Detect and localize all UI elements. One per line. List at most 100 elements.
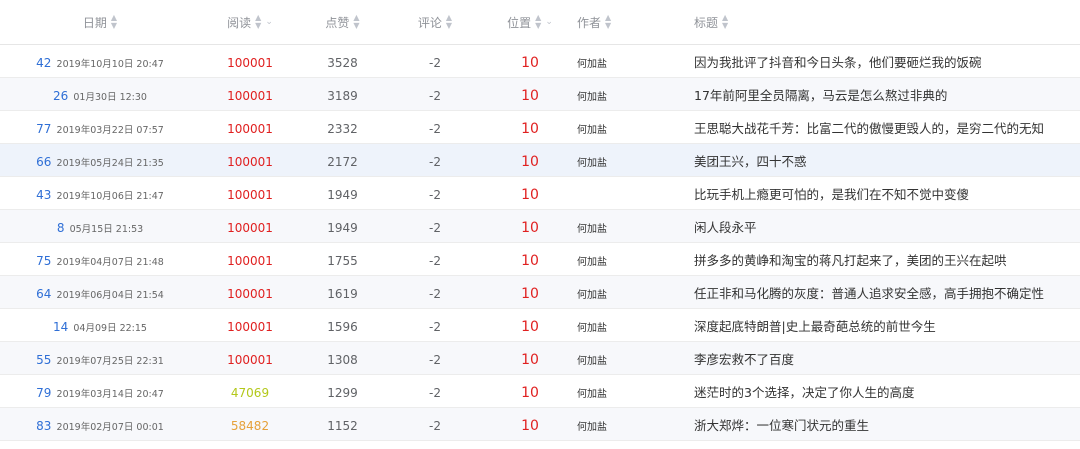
- table-row[interactable]: 79 2019年03月14日 20:47 47069 1299 -2 10 何加…: [0, 375, 1080, 408]
- cell-date: 83 2019年02月07日 00:01: [0, 415, 200, 434]
- article-title-link[interactable]: 拼多多的黄峥和淘宝的蒋凡打起来了，美团的王兴在起哄: [694, 253, 1007, 268]
- author-name: 何加盐: [577, 289, 607, 301]
- table-row[interactable]: 75 2019年04月07日 21:48 100001 1755 -2 10 何…: [0, 243, 1080, 276]
- article-title-link[interactable]: 17年前阿里全员隔离，马云是怎么熬过非典的: [694, 88, 947, 103]
- article-id-link[interactable]: 64: [36, 287, 51, 301]
- article-id-link[interactable]: 83: [36, 419, 51, 433]
- article-id-link[interactable]: 14: [53, 320, 68, 334]
- article-id-link[interactable]: 42: [36, 56, 51, 70]
- table-row[interactable]: 42 2019年10月10日 20:47 100001 3528 -2 10 何…: [0, 45, 1080, 78]
- article-id-link[interactable]: 8: [57, 221, 65, 235]
- read-count: 100001: [227, 253, 273, 268]
- sort-caret-icon[interactable]: ▲ ▼: [535, 14, 541, 30]
- table-row[interactable]: 43 2019年10月06日 21:47 100001 1949 -2 10 比…: [0, 177, 1080, 210]
- cell-title: 浙大郑烨：一位寒门状元的重生: [680, 415, 1080, 434]
- sort-caret-icon[interactable]: ▲ ▼: [722, 14, 728, 30]
- article-id-link[interactable]: 43: [36, 188, 51, 202]
- column-header-comment[interactable]: 评论 ▲ ▼: [385, 14, 485, 31]
- article-title-link[interactable]: 王思聪大战花千芳：比富二代的傲慢更毁人的，是穷二代的无知: [694, 121, 1044, 136]
- cell-read: 100001: [200, 85, 300, 104]
- article-id-link[interactable]: 75: [36, 254, 51, 268]
- table-row[interactable]: 14 04月09日 22:15 100001 1596 -2 10 何加盐 深度…: [0, 309, 1080, 342]
- cell-author: 何加盐: [575, 250, 680, 269]
- like-count: 3189: [327, 88, 358, 103]
- column-header-title[interactable]: 标题 ▲ ▼: [680, 14, 1080, 31]
- read-count: 100001: [227, 121, 273, 136]
- table-row[interactable]: 64 2019年06月04日 21:54 100001 1619 -2 10 何…: [0, 276, 1080, 309]
- column-header-position[interactable]: 位置 ▲ ▼ ⌄: [485, 14, 575, 31]
- position-value: 10: [521, 153, 539, 170]
- read-count: 100001: [227, 88, 273, 103]
- article-id-link[interactable]: 26: [53, 89, 68, 103]
- cell-read: 47069: [200, 382, 300, 401]
- like-count: 1949: [327, 220, 358, 235]
- cell-read: 100001: [200, 118, 300, 137]
- table-row[interactable]: 66 2019年05月24日 21:35 100001 2172 -2 10 何…: [0, 144, 1080, 177]
- column-header-date[interactable]: 日期 ▲ ▼: [0, 14, 200, 31]
- like-count: 3528: [327, 55, 358, 70]
- article-id-link[interactable]: 77: [36, 122, 51, 136]
- article-title-link[interactable]: 闲人段永平: [694, 220, 757, 235]
- sort-caret-icon[interactable]: ▲ ▼: [111, 14, 117, 30]
- article-title-link[interactable]: 因为我批评了抖音和今日头条，他们要砸烂我的饭碗: [694, 55, 982, 70]
- article-title-link[interactable]: 迷茫时的3个选择，决定了你人生的高度: [694, 385, 914, 400]
- cell-author: 何加盐: [575, 118, 680, 137]
- cell-comment: -2: [385, 349, 485, 368]
- cell-title: 比玩手机上瘾更可怕的，是我们在不知不觉中变傻: [680, 184, 1080, 203]
- filter-chevron-down-icon[interactable]: ⌄: [265, 17, 273, 27]
- table-row[interactable]: 77 2019年03月22日 07:57 100001 2332 -2 10 何…: [0, 111, 1080, 144]
- cell-position: 10: [485, 184, 575, 203]
- cell-title: 迷茫时的3个选择，决定了你人生的高度: [680, 382, 1080, 401]
- comment-count: -2: [429, 220, 441, 235]
- article-id-link[interactable]: 55: [36, 353, 51, 367]
- column-header-author[interactable]: 作者 ▲ ▼: [575, 14, 680, 31]
- sort-caret-icon[interactable]: ▲ ▼: [353, 14, 359, 30]
- cell-date: 77 2019年03月22日 07:57: [0, 118, 200, 137]
- table-row[interactable]: 26 01月30日 12:30 100001 3189 -2 10 何加盐 17…: [0, 78, 1080, 111]
- cell-comment: -2: [385, 283, 485, 302]
- author-name: 何加盐: [577, 421, 607, 433]
- article-id-link[interactable]: 66: [36, 155, 51, 169]
- position-value: 10: [521, 318, 539, 335]
- column-header-read-label: 阅读: [227, 15, 252, 30]
- author-name: 何加盐: [577, 58, 607, 70]
- cell-date: 26 01月30日 12:30: [0, 85, 200, 104]
- cell-position: 10: [485, 250, 575, 269]
- cell-date: 75 2019年04月07日 21:48: [0, 250, 200, 269]
- publish-time: 05月15日 21:53: [69, 223, 144, 235]
- cell-title: 17年前阿里全员隔离，马云是怎么熬过非典的: [680, 85, 1080, 104]
- publish-time: 2019年02月07日 00:01: [56, 421, 164, 433]
- author-name: 何加盐: [577, 91, 607, 103]
- table-row[interactable]: 8 05月15日 21:53 100001 1949 -2 10 何加盐 闲人段…: [0, 210, 1080, 243]
- table-row[interactable]: 55 2019年07月25日 22:31 100001 1308 -2 10 何…: [0, 342, 1080, 375]
- publish-time: 01月30日 12:30: [73, 91, 147, 103]
- position-value: 10: [521, 285, 539, 302]
- position-value: 10: [521, 186, 539, 203]
- column-header-like[interactable]: 点赞 ▲ ▼: [300, 14, 385, 31]
- read-count: 100001: [227, 154, 273, 169]
- column-header-read[interactable]: 阅读 ▲ ▼ ⌄: [200, 14, 300, 31]
- article-title-link[interactable]: 深度起底特朗普|史上最奇葩总统的前世今生: [694, 319, 936, 334]
- sort-caret-icon[interactable]: ▲ ▼: [255, 14, 261, 30]
- publish-time: 2019年04月07日 21:48: [56, 256, 164, 268]
- like-count: 1619: [327, 286, 358, 301]
- position-value: 10: [521, 351, 539, 368]
- article-title-link[interactable]: 美团王兴，四十不惑: [694, 154, 807, 169]
- cell-title: 深度起底特朗普|史上最奇葩总统的前世今生: [680, 316, 1080, 335]
- comment-count: -2: [429, 187, 441, 202]
- sort-caret-icon[interactable]: ▲ ▼: [605, 14, 611, 30]
- cell-like: 1619: [300, 283, 385, 302]
- read-count: 100001: [227, 220, 273, 235]
- read-count: 100001: [227, 55, 273, 70]
- article-title-link[interactable]: 浙大郑烨：一位寒门状元的重生: [694, 418, 869, 433]
- article-title-link[interactable]: 任正非和马化腾的灰度：普通人追求安全感，高手拥抱不确定性: [694, 286, 1044, 301]
- article-title-link[interactable]: 比玩手机上瘾更可怕的，是我们在不知不觉中变傻: [694, 187, 969, 202]
- sort-caret-icon[interactable]: ▲ ▼: [446, 14, 452, 30]
- comment-count: -2: [429, 154, 441, 169]
- article-title-link[interactable]: 李彦宏救不了百度: [694, 352, 794, 367]
- article-id-link[interactable]: 79: [36, 386, 51, 400]
- like-count: 1152: [327, 418, 358, 433]
- comment-count: -2: [429, 319, 441, 334]
- filter-chevron-down-icon[interactable]: ⌄: [545, 17, 553, 27]
- table-row[interactable]: 83 2019年02月07日 00:01 58482 1152 -2 10 何加…: [0, 408, 1080, 441]
